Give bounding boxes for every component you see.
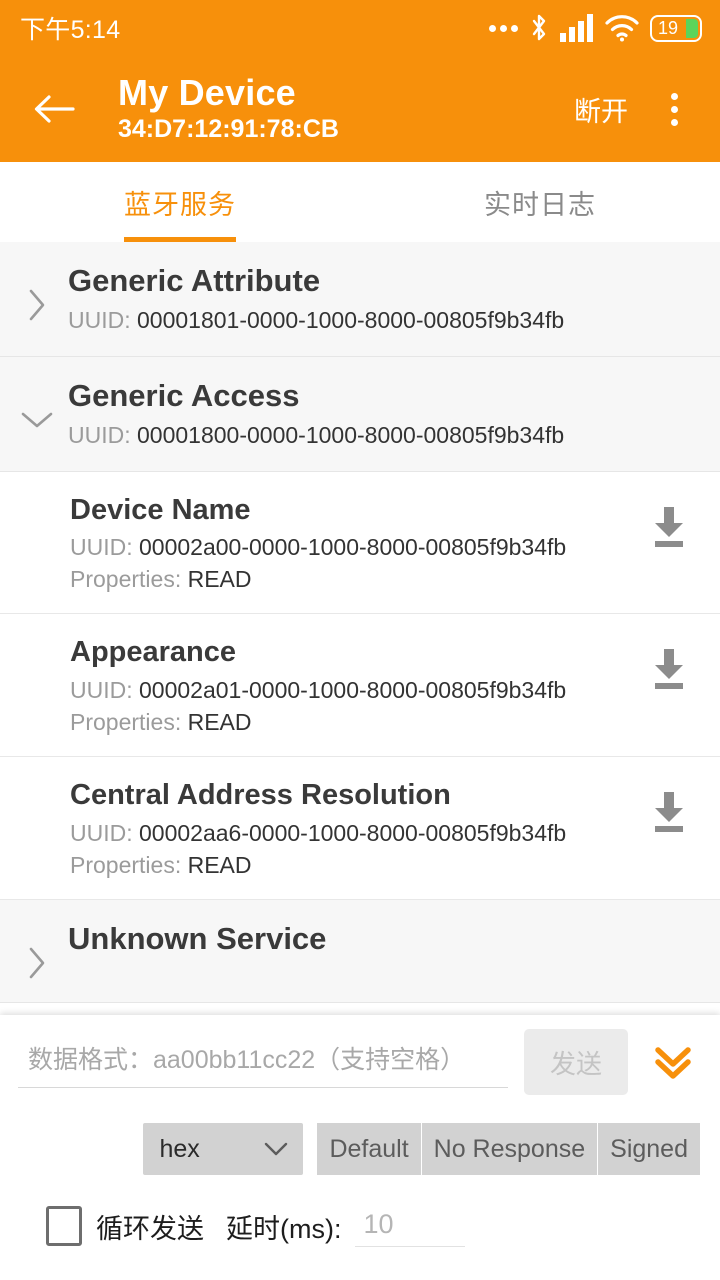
service-row-unknown-service[interactable]: Unknown Service [0, 899, 720, 1003]
characteristic-uuid: UUID: 00002aa6-0000-1000-8000-00805f9b34… [70, 820, 642, 847]
tab-bluetooth-services[interactable]: 蓝牙服务 [0, 162, 360, 242]
service-name: Generic Attribute [68, 263, 321, 298]
characteristic-row-device-name[interactable]: Device Name UUID: 00002a00-0000-1000-800… [0, 471, 720, 615]
status-bar: 下午5:14 19 [0, 0, 720, 56]
chevron-right-icon [20, 946, 54, 980]
service-uuid: UUID: 00001801-0000-1000-8000-00805f9b34… [68, 307, 700, 334]
service-name: Generic Access [68, 377, 300, 413]
chevron-right-icon [20, 288, 54, 322]
arrow-left-icon [34, 95, 75, 123]
write-mode-group: Default No Response Signed [317, 1123, 700, 1175]
uuid-value: 00001801-0000-1000-8000-00805f9b34fb [137, 306, 565, 333]
disconnect-button[interactable]: 断开 [560, 80, 642, 139]
uuid-key: UUID: [70, 819, 133, 846]
status-icons: 19 [489, 13, 702, 43]
properties-key: Properties: [70, 566, 182, 593]
service-row-generic-attribute[interactable]: Generic Attribute UUID: 00001801-0000-10… [0, 242, 720, 357]
battery-icon: 19 [650, 14, 702, 42]
status-time: 下午5:14 [20, 16, 121, 44]
download-read-icon[interactable] [642, 785, 696, 839]
service-text: Generic Access UUID: 00001800-0000-1000-… [68, 377, 700, 449]
overflow-menu-icon[interactable] [650, 81, 698, 137]
characteristic-uuid: UUID: 00002a01-0000-1000-8000-00805f9b34… [70, 677, 642, 704]
uuid-value: 00002a00-0000-1000-8000-00805f9b34fb [139, 534, 567, 561]
properties-key: Properties: [70, 851, 182, 878]
write-input-row: 发送 [18, 1029, 702, 1095]
download-read-icon[interactable] [642, 500, 696, 554]
uuid-key: UUID: [68, 421, 131, 448]
data-format-value: hex [159, 1134, 200, 1163]
properties-value: READ [187, 708, 252, 735]
uuid-value: 00002a01-0000-1000-8000-00805f9b34fb [139, 676, 567, 703]
characteristic-properties: Properties: READ [70, 566, 642, 593]
wifi-icon [605, 14, 639, 42]
service-text: Unknown Service [68, 920, 700, 959]
bluetooth-icon [529, 13, 549, 43]
characteristic-name: Central Address Resolution [70, 778, 451, 811]
more-dots-icon [489, 24, 518, 32]
characteristic-text: Appearance UUID: 00002a01-0000-1000-8000… [70, 634, 642, 736]
uuid-key: UUID: [70, 534, 133, 561]
cellular-signal-icon [560, 14, 594, 42]
send-button[interactable]: 发送 [524, 1029, 628, 1095]
properties-value: READ [187, 566, 252, 593]
device-mac-address: 34:D7:12:91:78:CB [118, 115, 339, 144]
tab-bar: 蓝牙服务 实时日志 [0, 162, 720, 242]
uuid-value: 00002aa6-0000-1000-8000-00805f9b34fb [139, 819, 567, 846]
app-bar-titles: My Device 34:D7:12:91:78:CB [118, 71, 560, 145]
tab-realtime-log[interactable]: 实时日志 [360, 162, 720, 242]
characteristic-properties: Properties: READ [70, 709, 642, 736]
service-row-generic-access[interactable]: Generic Access UUID: 00001800-0000-1000-… [0, 356, 720, 472]
double-chevron-down-icon[interactable] [644, 1032, 702, 1092]
characteristic-properties: Properties: READ [70, 852, 642, 879]
uuid-key: UUID: [70, 676, 133, 703]
download-read-icon[interactable] [642, 642, 696, 696]
bluetooth-device-screen: 下午5:14 19 My Device 34:D7:12:91:78:CB 断开… [0, 0, 720, 1280]
service-name: Unknown Service [68, 920, 327, 956]
write-mode-default[interactable]: Default [317, 1123, 422, 1175]
back-button[interactable] [28, 83, 80, 135]
characteristic-row-central-address-resolution[interactable]: Central Address Resolution UUID: 00002aa… [0, 756, 720, 900]
app-bar: My Device 34:D7:12:91:78:CB 断开 [0, 56, 720, 162]
page-title: My Device [118, 71, 296, 113]
write-mode-signed[interactable]: Signed [598, 1123, 700, 1175]
characteristic-name: Appearance [70, 636, 237, 669]
data-format-select[interactable]: hex [143, 1123, 304, 1175]
loop-send-row: 循环发送 延时(ms): [18, 1205, 702, 1247]
loop-send-checkbox[interactable] [46, 1206, 82, 1246]
chevron-down-icon [265, 1142, 288, 1156]
write-panel: 发送 hex Default No Response Signed 循环发送 [0, 1015, 720, 1280]
service-uuid: UUID: 00001800-0000-1000-8000-00805f9b34… [68, 422, 700, 449]
write-mode-no-response[interactable]: No Response [421, 1123, 599, 1175]
characteristic-name: Device Name [70, 493, 251, 526]
chevron-down-icon [20, 403, 54, 437]
characteristic-text: Central Address Resolution UUID: 00002aa… [70, 777, 642, 879]
uuid-value: 00001800-0000-1000-8000-00805f9b34fb [137, 421, 565, 448]
service-text: Generic Attribute UUID: 00001801-0000-10… [68, 262, 700, 334]
data-input[interactable] [18, 1036, 508, 1088]
properties-key: Properties: [70, 708, 182, 735]
characteristic-text: Device Name UUID: 00002a00-0000-1000-800… [70, 492, 642, 594]
characteristic-uuid: UUID: 00002a00-0000-1000-8000-00805f9b34… [70, 534, 642, 561]
write-options-row: hex Default No Response Signed [18, 1123, 702, 1175]
characteristic-row-appearance[interactable]: Appearance UUID: 00002a01-0000-1000-8000… [0, 614, 720, 757]
delay-input[interactable] [355, 1205, 466, 1247]
uuid-key: UUID: [68, 306, 131, 333]
delay-label: 延时(ms): [226, 1213, 342, 1244]
loop-send-label: 循环发送 [96, 1213, 204, 1244]
properties-value: READ [187, 851, 252, 878]
battery-level: 19 [658, 18, 679, 38]
